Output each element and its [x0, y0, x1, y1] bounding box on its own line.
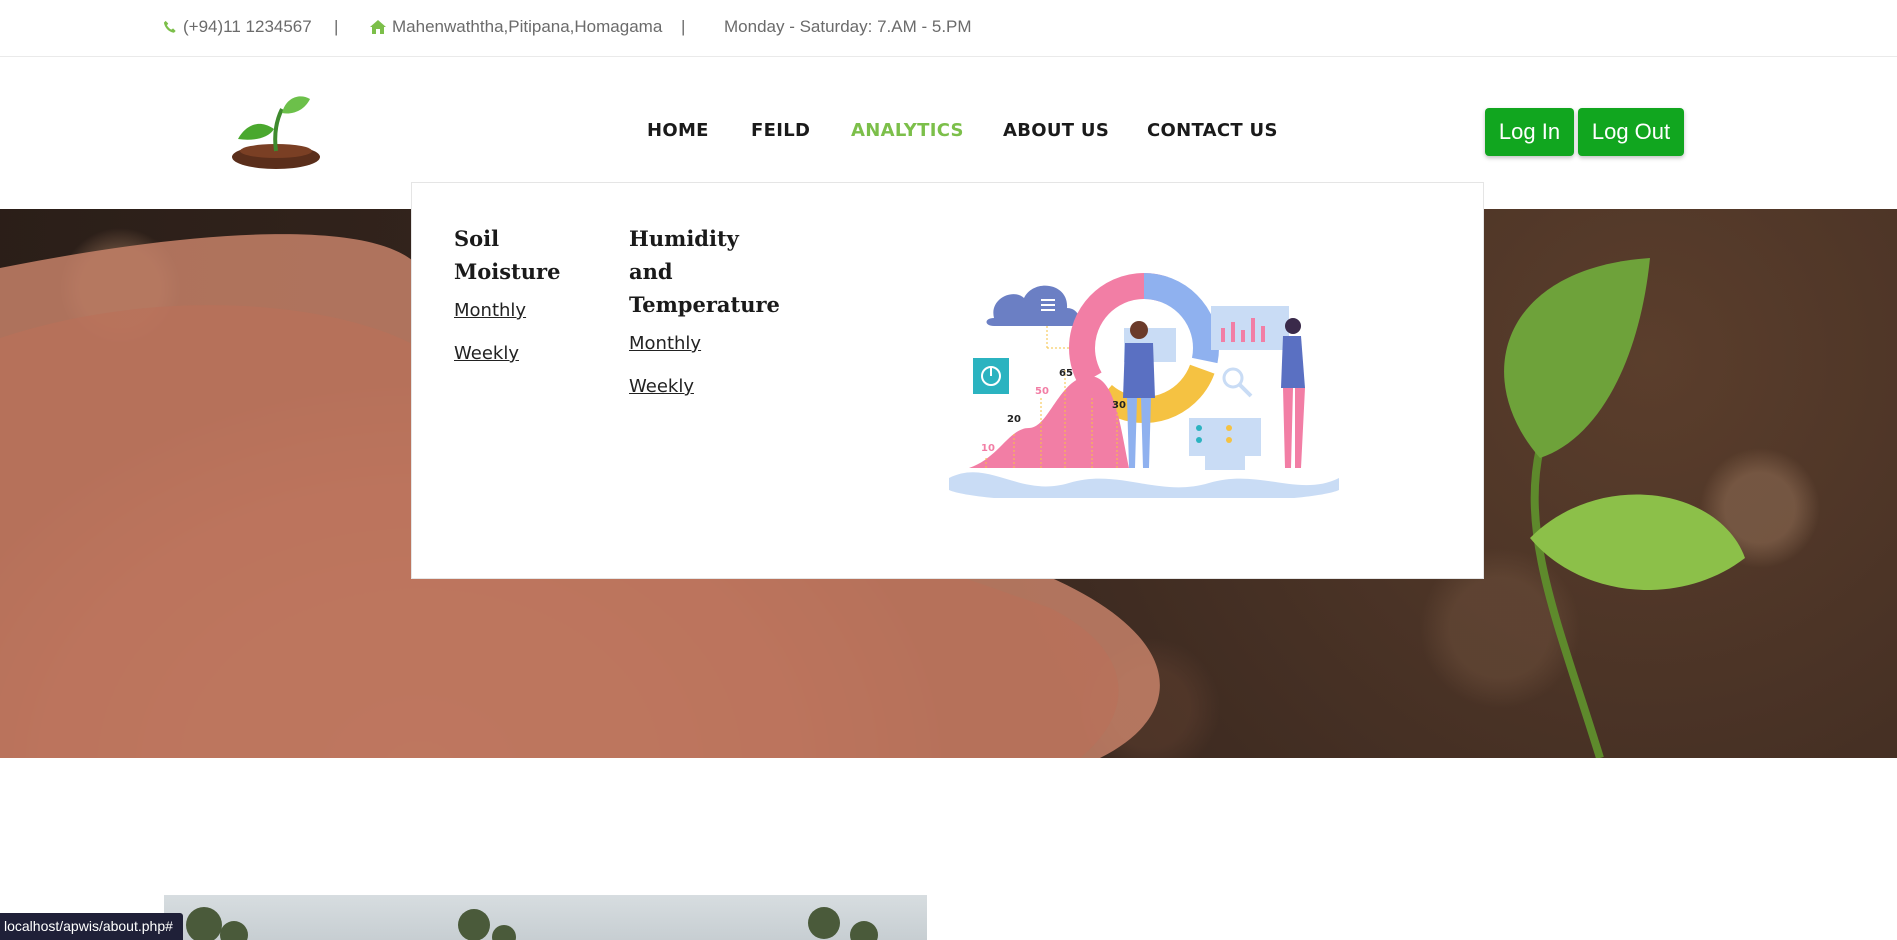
nav-item-contact-us[interactable]: CONTACT US — [1147, 120, 1278, 141]
about-section-image — [164, 895, 927, 940]
illus-label: 65 — [1059, 368, 1073, 379]
illus-label: 10 — [981, 443, 995, 454]
analytics-dropdown-menu: Soil Moisture Monthly Weekly Humidity an… — [411, 182, 1484, 579]
illus-label: 20 — [1007, 414, 1021, 425]
humidity-weekly-link[interactable]: Weekly — [629, 376, 694, 397]
soil-moisture-heading: Soil Moisture — [454, 222, 560, 288]
phone-info: (+94)11 1234567 — [163, 17, 312, 39]
hours-text: Monday - Saturday: 7.AM - 5.PM — [724, 17, 972, 36]
heading-line: Soil — [454, 226, 500, 251]
analytics-illustration: 10 20 50 65 45 30 — [949, 258, 1339, 504]
separator: | — [681, 17, 686, 36]
phone-text: (+94)11 1234567 — [183, 17, 312, 36]
heading-line: Moisture — [454, 259, 561, 284]
humidity-monthly-link[interactable]: Monthly — [629, 333, 701, 354]
phone-icon — [163, 19, 177, 39]
address-text: Mahenwaththa,Pitipana,Homagama — [392, 17, 663, 36]
nav-item-analytics[interactable]: ANALYTICS — [851, 120, 964, 141]
home-icon — [370, 19, 386, 39]
illus-label: 30 — [1112, 400, 1126, 411]
heading-line: and — [629, 259, 673, 284]
soil-moisture-monthly-link[interactable]: Monthly — [454, 300, 526, 321]
top-info-bar: (+94)11 1234567 | Mahenwaththa,Pitipana,… — [0, 0, 1897, 57]
logout-button[interactable]: Log Out — [1578, 108, 1684, 156]
separator: | — [334, 17, 339, 36]
browser-status-url: localhost/apwis/about.php# — [0, 913, 183, 940]
humidity-temperature-heading: Humidity and Temperature — [629, 222, 780, 321]
soil-moisture-weekly-link[interactable]: Weekly — [454, 343, 519, 364]
nav-item-about-us[interactable]: ABOUT US — [1003, 120, 1109, 141]
heading-line: Temperature — [629, 292, 780, 317]
logo-seedling-icon[interactable] — [230, 91, 322, 171]
nav-item-feild[interactable]: FEILD — [751, 120, 810, 141]
address-info: Mahenwaththa,Pitipana,Homagama — [370, 17, 662, 39]
heading-line: Humidity — [629, 226, 739, 251]
nav-item-home[interactable]: HOME — [647, 120, 709, 141]
login-button[interactable]: Log In — [1485, 108, 1574, 156]
illus-label: 50 — [1035, 386, 1049, 397]
illus-label: 45 — [1086, 390, 1100, 401]
